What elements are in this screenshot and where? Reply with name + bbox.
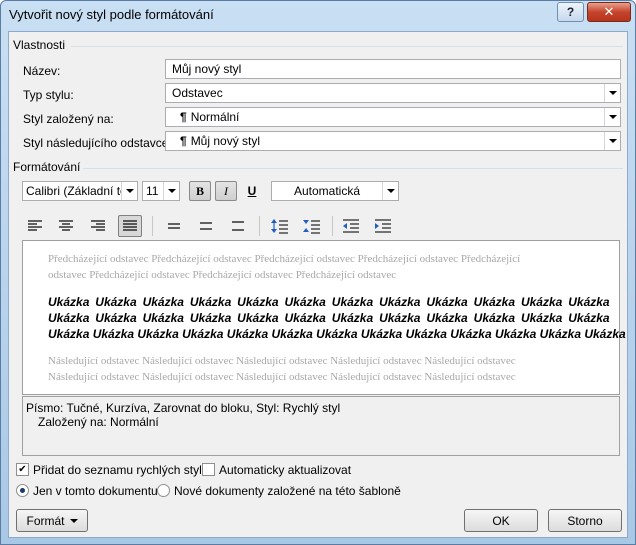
chevron-down-icon[interactable] <box>382 182 398 200</box>
format-menu-button[interactable]: Formát <box>16 509 88 532</box>
toolbar-separator <box>259 216 260 236</box>
previous-paragraph-line: odstavec Předcházející odstavec Předcház… <box>48 269 397 281</box>
indent-increase-icon[interactable] <box>371 215 395 237</box>
space-before-decrease-icon[interactable] <box>300 215 324 237</box>
font-size-select[interactable]: 11 <box>142 181 180 201</box>
auto-update-checkbox[interactable] <box>202 463 215 476</box>
chevron-down-icon[interactable] <box>121 182 137 200</box>
following-paragraph-line: Následující odstavec Následující odstave… <box>48 355 516 367</box>
chevron-down-icon[interactable] <box>604 132 620 150</box>
properties-divider <box>71 46 623 47</box>
font-name-select[interactable]: Calibri (Základní tex <box>22 181 138 201</box>
space-before-increase-icon[interactable] <box>268 215 292 237</box>
new-documents-label[interactable]: Nové dokumenty založené na této šabloně <box>174 484 401 498</box>
style-preview: Předcházející odstavec Předcházející ods… <box>22 240 626 395</box>
underline-button[interactable]: U <box>241 181 263 201</box>
paragraph-icon: ¶ <box>180 134 187 148</box>
font-color-value: Automatická <box>293 184 361 198</box>
sample-text: Ukázka Ukázka Ukázka Ukázka Ukázka Ukázk… <box>48 294 626 342</box>
line-spacing-onehalf-icon[interactable] <box>194 215 218 237</box>
description-line: Písmo: Tučné, Kurzíva, Zarovnat do bloku… <box>26 401 341 415</box>
align-left-icon[interactable] <box>23 215 47 237</box>
style-description: Písmo: Tučné, Kurzíva, Zarovnat do bloku… <box>22 396 620 456</box>
add-quick-style-label[interactable]: Přidat do seznamu rychlých stylů <box>33 463 208 477</box>
new-documents-radio[interactable] <box>157 484 170 497</box>
dialog-title: Vytvořit nový styl podle formátování <box>9 7 214 22</box>
bold-button[interactable]: B <box>189 181 211 201</box>
based-on-select[interactable]: ¶ Normální <box>165 107 621 127</box>
paragraph-icon: ¶ <box>180 110 187 124</box>
formatting-divider <box>83 168 623 169</box>
dropdown-arrow-icon <box>69 518 78 523</box>
description-line: Založený na: Normální <box>38 415 159 429</box>
align-center-icon[interactable] <box>54 215 78 237</box>
align-right-icon[interactable] <box>86 215 110 237</box>
next-style-label: Styl následujícího odstavce: <box>23 136 172 150</box>
properties-heading: Vlastnosti <box>13 38 66 52</box>
toolbar-separator <box>152 216 153 236</box>
indent-decrease-icon[interactable] <box>339 215 363 237</box>
auto-update-label[interactable]: Automaticky aktualizovat <box>219 463 351 477</box>
next-style-select[interactable]: ¶ Můj nový styl <box>165 131 621 151</box>
style-type-select[interactable]: Odstavec <box>165 83 621 103</box>
line-spacing-single-icon[interactable] <box>162 215 186 237</box>
format-button-label: Formát <box>26 513 65 528</box>
dialog-body: Vlastnosti Název: Můj nový styl Typ styl… <box>8 31 628 538</box>
chevron-down-icon[interactable] <box>604 108 620 126</box>
only-this-document-radio[interactable] <box>16 484 29 497</box>
font-name-value: Calibri (Základní tex <box>26 184 133 198</box>
style-type-label: Typ stylu: <box>23 88 74 102</box>
based-on-label: Styl založený na: <box>23 112 114 126</box>
ok-button[interactable]: OK <box>464 509 538 532</box>
help-button[interactable]: ? <box>557 2 584 22</box>
style-type-value: Odstavec <box>172 86 223 100</box>
name-input[interactable]: Můj nový styl <box>165 59 621 79</box>
font-size-value: 11 <box>146 184 159 198</box>
toolbar-separator <box>332 216 333 236</box>
following-paragraph-line: Následující odstavec Následující odstave… <box>48 371 516 383</box>
cancel-button[interactable]: Storno <box>548 509 622 532</box>
based-on-value: Normální <box>190 110 240 124</box>
font-color-select[interactable]: Automatická <box>271 181 399 201</box>
align-justify-icon[interactable] <box>118 215 142 237</box>
sample-line: Ukázka Ukázka Ukázka Ukázka Ukázka Ukázk… <box>48 311 610 325</box>
previous-paragraph-line: Předcházející odstavec Předcházející ods… <box>48 253 521 265</box>
add-quick-style-checkbox[interactable]: ✔ <box>16 463 29 476</box>
close-button[interactable]: ✕ <box>587 2 631 22</box>
sample-line: Ukázka Ukázka Ukázka Ukázka Ukázka Ukázk… <box>48 295 610 309</box>
chevron-down-icon[interactable] <box>163 182 179 200</box>
next-style-value: Můj nový styl <box>190 134 261 148</box>
title-bar: Vytvořit nový styl podle formátování ? ✕ <box>1 1 635 29</box>
name-label: Název: <box>23 64 61 78</box>
chevron-down-icon[interactable] <box>604 84 620 102</box>
line-spacing-double-icon[interactable] <box>226 215 250 237</box>
dialog-window: Vytvořit nový styl podle formátování ? ✕… <box>0 0 636 545</box>
sample-line: Ukázka Ukázka Ukázka Ukázka Ukázka Ukázk… <box>48 327 626 341</box>
only-this-document-label[interactable]: Jen v tomto dokumentu <box>33 484 158 498</box>
italic-button[interactable]: I <box>215 181 237 201</box>
formatting-heading: Formátování <box>13 160 81 174</box>
